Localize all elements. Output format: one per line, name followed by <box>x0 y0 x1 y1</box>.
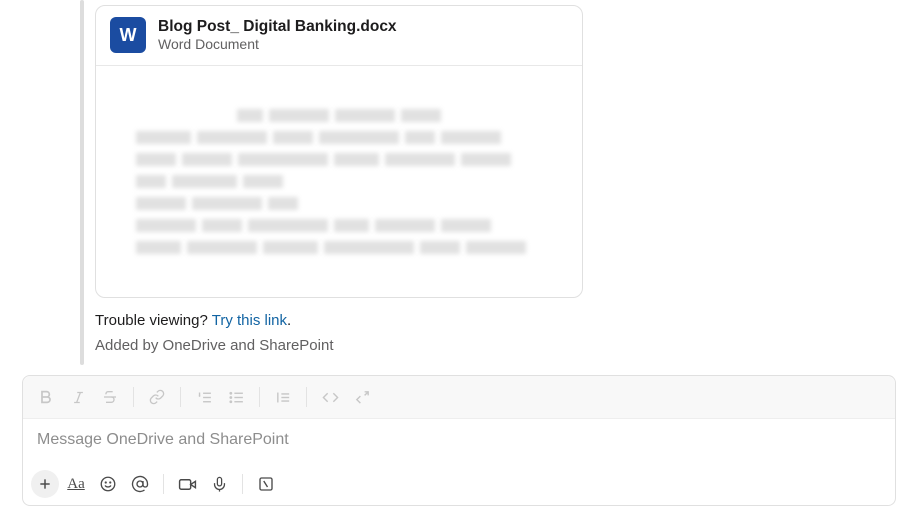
trouble-viewing-suffix: . <box>287 312 291 329</box>
strikethrough-button[interactable] <box>95 382 125 412</box>
ordered-list-button[interactable] <box>189 382 219 412</box>
toolbar-separator <box>180 387 181 407</box>
file-attachment-header: W Blog Post_ Digital Banking.docx Word D… <box>96 6 582 65</box>
toolbar-separator <box>163 474 164 494</box>
bulleted-list-button[interactable] <box>221 382 251 412</box>
file-name: Blog Post_ Digital Banking.docx <box>158 17 397 36</box>
toolbar-separator <box>133 387 134 407</box>
audio-button[interactable] <box>204 469 234 499</box>
trouble-viewing-prefix: Trouble viewing? <box>95 312 212 329</box>
file-attachment-card[interactable]: W Blog Post_ Digital Banking.docx Word D… <box>95 5 583 298</box>
try-this-link[interactable]: Try this link <box>212 312 287 329</box>
thread-gutter-line <box>80 0 84 365</box>
trouble-viewing-text: Trouble viewing? Try this link. <box>95 312 900 329</box>
shortcuts-button[interactable] <box>251 469 281 499</box>
blockquote-button[interactable] <box>268 382 298 412</box>
code-button[interactable] <box>315 382 345 412</box>
add-attachment-button[interactable] <box>31 470 59 498</box>
toolbar-separator <box>242 474 243 494</box>
message-input[interactable]: Message OneDrive and SharePoint <box>23 419 895 463</box>
word-file-icon: W <box>110 17 146 53</box>
link-button[interactable] <box>142 382 172 412</box>
added-by-text: Added by OneDrive and SharePoint <box>95 337 900 354</box>
formatting-toolbar <box>23 376 895 419</box>
emoji-button[interactable] <box>93 469 123 499</box>
toolbar-separator <box>306 387 307 407</box>
video-button[interactable] <box>172 469 202 499</box>
composer-actions-toolbar: Aa <box>23 463 895 505</box>
code-block-button[interactable] <box>347 382 377 412</box>
toolbar-separator <box>259 387 260 407</box>
bold-button[interactable] <box>31 382 61 412</box>
message-composer: Message OneDrive and SharePoint Aa <box>22 375 896 506</box>
mention-button[interactable] <box>125 469 155 499</box>
italic-button[interactable] <box>63 382 93 412</box>
message-area: W Blog Post_ Digital Banking.docx Word D… <box>0 0 900 354</box>
file-type: Word Document <box>158 36 397 54</box>
file-preview-blurred <box>96 65 582 297</box>
file-meta: Blog Post_ Digital Banking.docx Word Doc… <box>158 17 397 54</box>
formatting-toggle-button[interactable]: Aa <box>61 469 91 499</box>
